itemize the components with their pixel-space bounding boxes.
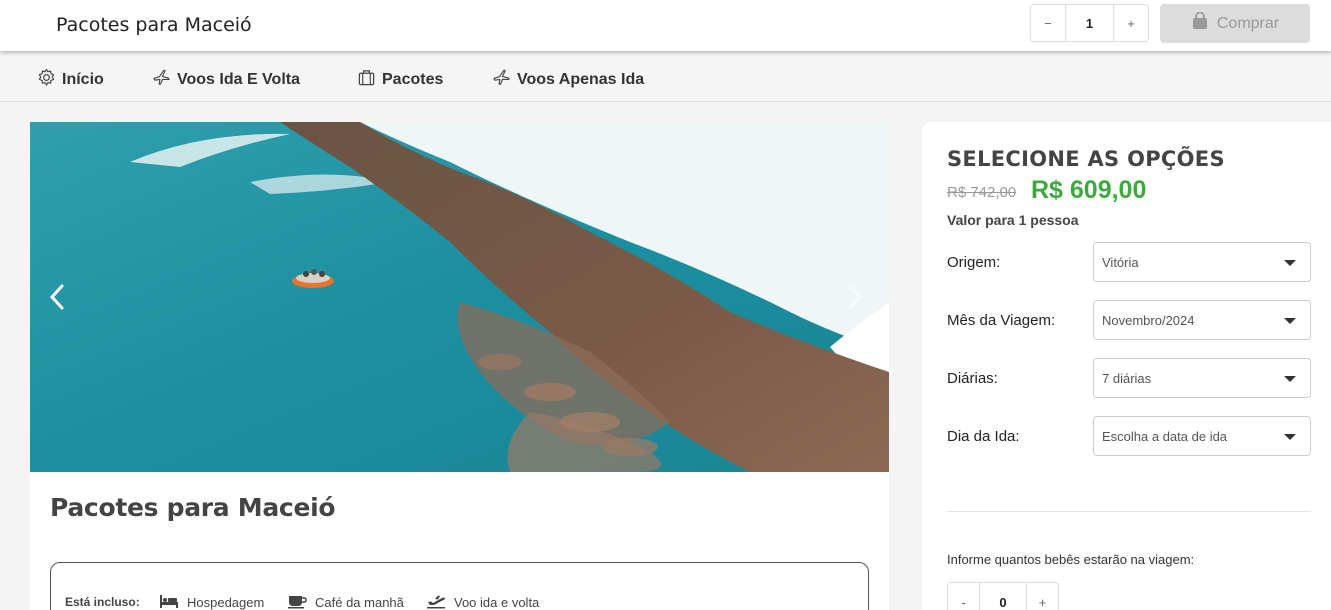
options-title: SELECIONE AS OPÇÕES [947, 147, 1225, 171]
included-item-voo: Voo ida e volta [426, 593, 539, 610]
beach-reef-photo [30, 122, 889, 472]
airplane-icon [492, 68, 511, 92]
gear-icon [37, 68, 56, 92]
buy-button-label: Comprar [1216, 14, 1280, 32]
caret-down-icon [1284, 318, 1296, 324]
departure-day-label: Dia da Ida: [947, 428, 1020, 445]
options-card: SELECIONE AS OPÇÕES R$ 742,00 R$ 609,00 … [922, 122, 1331, 610]
babies-label: Informe quantos bebês estarão na viagem: [947, 552, 1195, 567]
plane-takeoff-icon [426, 593, 446, 610]
package-title: Pacotes para Maceió [50, 493, 336, 522]
nav-item-label: Voos Apenas Ida [517, 71, 645, 88]
coffee-cup-icon [287, 593, 307, 610]
suitcase-icon [357, 68, 376, 92]
top-header: Pacotes para Maceió − 1 + Comprar [0, 0, 1331, 51]
nav-item-voos-apenas-ida[interactable]: Voos Apenas Ida [492, 68, 644, 92]
included-item-label: Hospedagem [187, 595, 265, 610]
package-card: Pacotes para Maceió Está incluso: Hosped… [30, 122, 889, 610]
quantity-stepper: − 1 + [1030, 4, 1149, 42]
carousel-next-arrow-icon[interactable] [842, 282, 866, 312]
quantity-value[interactable]: 1 [1065, 5, 1114, 41]
included-item-label: Voo ida e volta [454, 595, 540, 610]
image-carousel [30, 122, 889, 472]
babies-increase-button[interactable]: + [1027, 583, 1058, 610]
included-box: Está incluso: Hospedagem Café da manhã V… [50, 562, 869, 610]
included-label: Está incluso: [65, 595, 140, 609]
included-item-hospedagem: Hospedagem [159, 593, 264, 610]
origin-select[interactable]: Vitória [1093, 242, 1311, 282]
quantity-decrease-button[interactable]: − [1031, 5, 1065, 41]
departure-day-select-value: Escolha a data de ida [1102, 428, 1228, 444]
nav-item-pacotes[interactable]: Pacotes [357, 68, 443, 92]
included-item-label: Café da manhã [315, 595, 404, 610]
origin-label: Origem: [947, 254, 1001, 271]
nav-item-label: Início [62, 71, 104, 88]
included-item-cafe: Café da manhã [287, 593, 404, 610]
shopping-bag-icon [1191, 11, 1209, 35]
nav-item-inicio[interactable]: Início [37, 68, 104, 92]
travel-month-select[interactable]: Novembro/2024 [1093, 300, 1311, 340]
main-nav: Início Voos Ida E Volta Pacotes Voos Ape… [0, 51, 1331, 102]
travel-month-label: Mês da Viagem: [947, 312, 1056, 329]
carousel-prev-arrow-icon[interactable] [46, 282, 70, 312]
origin-select-value: Vitória [1102, 254, 1139, 270]
babies-value[interactable]: 0 [979, 583, 1027, 610]
price-note: Valor para 1 pessoa [947, 212, 1079, 228]
buy-button[interactable]: Comprar [1160, 4, 1310, 43]
caret-down-icon [1284, 376, 1296, 382]
babies-decrease-button[interactable]: - [948, 583, 979, 610]
nights-label: Diárias: [947, 370, 998, 387]
departure-day-select[interactable]: Escolha a data de ida [1093, 416, 1311, 456]
babies-stepper: - 0 + [947, 582, 1059, 610]
current-price: R$ 609,00 [1031, 176, 1147, 204]
nav-item-voos-ida-e-volta[interactable]: Voos Ida E Volta [152, 68, 300, 92]
nav-item-label: Pacotes [382, 71, 444, 88]
caret-down-icon [1284, 434, 1296, 440]
airplane-icon [152, 68, 171, 92]
nights-select[interactable]: 7 diárias [1093, 358, 1311, 398]
bed-icon [159, 593, 179, 610]
nav-item-label: Voos Ida E Volta [177, 71, 300, 88]
travel-month-select-value: Novembro/2024 [1102, 312, 1195, 328]
caret-down-icon [1284, 260, 1296, 266]
quantity-increase-button[interactable]: + [1114, 5, 1148, 41]
page-title: Pacotes para Maceió [56, 14, 252, 36]
divider [947, 511, 1311, 512]
nights-select-value: 7 diárias [1102, 370, 1152, 386]
old-price: R$ 742,00 [947, 184, 1017, 201]
